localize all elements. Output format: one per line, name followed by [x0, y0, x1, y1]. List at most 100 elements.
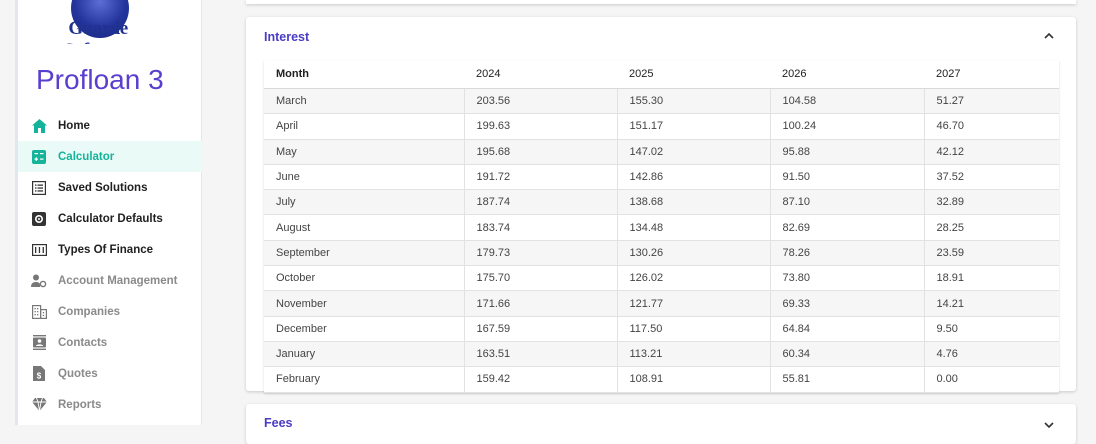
previous-panel-edge [246, 0, 1076, 4]
interest-value-cell: 69.33 [769, 290, 924, 317]
interest-value-cell: 104.58 [769, 88, 924, 115]
table-row: May 195.68 147.02 95.88 42.12 [264, 139, 1059, 165]
interest-value-cell: 151.17 [616, 113, 770, 140]
interest-value-cell: 203.56 [463, 88, 617, 115]
building-icon [31, 304, 47, 320]
sidebar-item-label: Quotes [58, 367, 98, 380]
interest-value-cell: 167.59 [463, 316, 617, 342]
month-cell: September [264, 240, 464, 267]
interest-value-cell: 91.50 [769, 164, 924, 191]
interest-value-cell: 42.12 [923, 139, 1059, 165]
interest-value-cell: 100.24 [769, 113, 924, 140]
sidebar-item-reports[interactable]: Reports [18, 389, 202, 420]
interest-value-cell: 55.81 [769, 366, 924, 393]
table-row: March 203.56 155.30 104.58 51.27 [264, 88, 1059, 115]
list-icon [31, 180, 47, 196]
quote-icon: $ [31, 366, 47, 382]
table-row: February 159.42 108.91 55.81 0.00 [264, 366, 1059, 393]
interest-value-cell: 64.84 [769, 316, 924, 342]
sidebar-item-types-of-finance[interactable]: Types Of Finance [18, 234, 202, 265]
table-row: September 179.73 130.26 78.26 23.59 [264, 240, 1059, 267]
interest-value-cell: 28.25 [923, 214, 1059, 241]
table-row: December 167.59 117.50 64.84 9.50 [264, 316, 1059, 342]
interest-value-cell: 163.51 [463, 341, 617, 368]
sidebar-item-label: Calculator [58, 150, 115, 163]
sidebar-item-label: Types Of Finance [58, 243, 154, 256]
month-cell: April [264, 113, 464, 140]
interest-value-cell: 51.27 [923, 88, 1059, 115]
chevron-up-icon[interactable] [1042, 29, 1056, 43]
sidebar-item-label: Reports [58, 398, 102, 411]
company-logo: Guarde Software [33, 0, 163, 44]
home-icon [31, 118, 47, 134]
interest-value-cell: 95.88 [769, 139, 924, 165]
sidebar-item-calculator[interactable]: Calculator [18, 141, 202, 172]
sidebar-item-label: Calculator Defaults [58, 212, 163, 225]
interest-panel-title: Interest [264, 30, 310, 44]
month-cell: December [264, 316, 464, 342]
table-row: January 163.51 113.21 60.34 4.76 [264, 341, 1059, 368]
interest-value-cell: 134.48 [616, 214, 770, 241]
table-row: June 191.72 142.86 91.50 37.52 [264, 164, 1059, 191]
table-row: November 171.66 121.77 69.33 14.21 [264, 290, 1059, 317]
interest-table: Month 2024 2025 2026 2027 March 203.56 155… [264, 60, 1059, 393]
column-header: 2024 [464, 60, 617, 89]
month-cell: June [264, 164, 464, 191]
reports-icon [31, 397, 47, 413]
interest-value-cell: 179.73 [463, 240, 617, 267]
interest-value-cell: 9.50 [923, 316, 1059, 342]
month-cell: March [264, 88, 464, 115]
sidebar-item-label: Companies [58, 305, 120, 318]
sidebar-item-calculator-defaults[interactable]: Calculator Defaults [18, 203, 202, 234]
account-management-icon [31, 273, 47, 289]
fees-panel-title: Fees [264, 416, 293, 430]
month-cell: August [264, 214, 464, 241]
month-cell: January [264, 341, 464, 368]
table-row: July 187.74 138.68 87.10 32.89 [264, 189, 1059, 216]
interest-value-cell: 0.00 [923, 366, 1059, 393]
interest-value-cell: 78.26 [769, 240, 924, 267]
table-row: April 199.63 151.17 100.24 46.70 [264, 113, 1059, 140]
interest-value-cell: 155.30 [616, 88, 770, 115]
column-header: 2026 [770, 60, 924, 89]
interest-value-cell: 23.59 [923, 240, 1059, 267]
interest-value-cell: 60.34 [769, 341, 924, 368]
sidebar-item-contacts[interactable]: Contacts [18, 327, 202, 358]
chevron-down-icon[interactable] [1042, 418, 1056, 432]
interest-value-cell: 117.50 [616, 316, 770, 342]
sidebar: Guarde Software Profloan 3 Home Calculat… [15, 0, 202, 425]
table-header-row: Month 2024 2025 2026 2027 [264, 60, 1059, 89]
column-header: 2027 [924, 60, 1059, 89]
interest-value-cell: 183.74 [463, 214, 617, 241]
sidebar-item-home[interactable]: Home [18, 110, 202, 141]
month-cell: May [264, 139, 464, 165]
sidebar-nav: Home Calculator Saved Solutions Calculat… [18, 110, 202, 420]
interest-value-cell: 130.26 [616, 240, 770, 267]
interest-value-cell: 73.80 [769, 265, 924, 292]
interest-value-cell: 37.52 [923, 164, 1059, 191]
interest-value-cell: 4.76 [923, 341, 1059, 368]
interest-value-cell: 199.63 [463, 113, 617, 140]
fees-panel: Fees [246, 404, 1076, 444]
sidebar-item-label: Account Management [58, 274, 178, 287]
interest-value-cell: 195.68 [463, 139, 617, 165]
table-row: August 183.74 134.48 82.69 28.25 [264, 214, 1059, 241]
interest-value-cell: 126.02 [616, 265, 770, 292]
contacts-icon [31, 335, 47, 351]
interest-value-cell: 171.66 [463, 290, 617, 317]
sidebar-item-companies[interactable]: Companies [18, 296, 202, 327]
sidebar-item-label: Saved Solutions [58, 181, 148, 194]
interest-value-cell: 147.02 [616, 139, 770, 165]
interest-value-cell: 142.86 [616, 164, 770, 191]
sidebar-item-label: Contacts [58, 336, 108, 349]
column-header: Month [264, 60, 464, 89]
interest-value-cell: 108.91 [616, 366, 770, 393]
sidebar-item-quotes[interactable]: $ Quotes [18, 358, 202, 389]
column-header: 2025 [617, 60, 770, 89]
month-cell: October [264, 265, 464, 292]
sidebar-item-account-management[interactable]: Account Management [18, 265, 202, 296]
sidebar-item-saved-solutions[interactable]: Saved Solutions [18, 172, 202, 203]
month-cell: February [264, 366, 464, 393]
interest-value-cell: 46.70 [923, 113, 1059, 140]
interest-value-cell: 159.42 [463, 366, 617, 393]
